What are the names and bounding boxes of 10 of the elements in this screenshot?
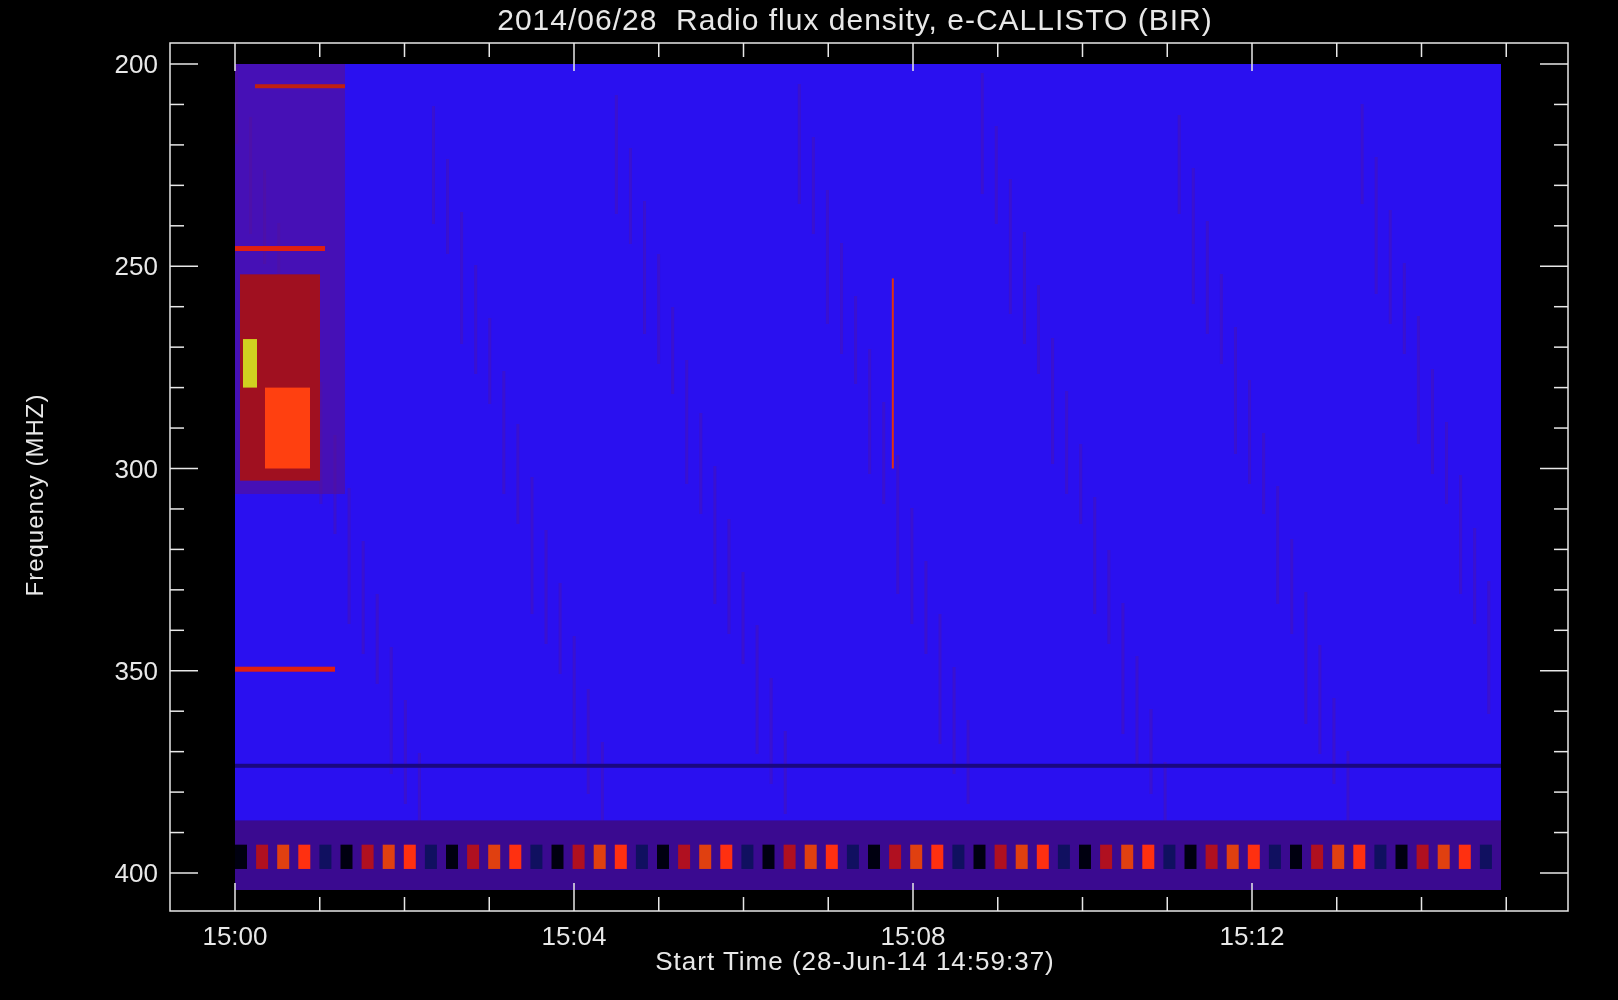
y-tick-label: 350 <box>114 655 158 686</box>
x-tick-label: 15:00 <box>202 921 268 950</box>
x-tick-label: 15:04 <box>541 921 607 950</box>
y-tick-label: 250 <box>114 251 158 282</box>
x-tick-label: 15:12 <box>1219 921 1285 950</box>
chart-title: 2014/06/28 Radio flux density, e-CALLISTO (BIR) <box>496 2 1214 38</box>
y-tick-label: 300 <box>114 453 158 484</box>
y-axis-label: Frequency (MHZ) <box>21 393 49 597</box>
y-tick-label: 400 <box>114 858 158 888</box>
y-tick-label: 200 <box>114 49 158 79</box>
